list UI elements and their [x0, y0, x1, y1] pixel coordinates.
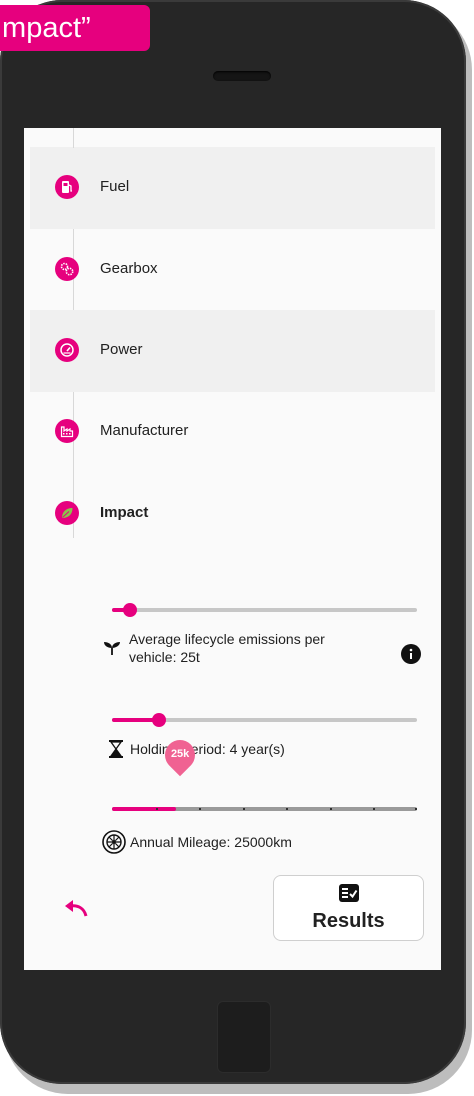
step-power[interactable]: Power — [30, 310, 435, 392]
slider-fill — [112, 807, 177, 811]
slider-tick — [242, 808, 245, 810]
hourglass-icon — [108, 739, 124, 764]
leaf-icon — [55, 501, 79, 525]
results-label: Results — [312, 910, 385, 932]
app-screen: Fuel Gearbox Power Manufacturer Impact A… — [24, 128, 441, 970]
factory-icon — [55, 419, 79, 443]
speedometer-icon — [55, 338, 79, 362]
holding-period-slider[interactable] — [112, 710, 417, 730]
holding-period-label: Holding Period: 4 year(s) — [130, 741, 285, 757]
step-manufacturer[interactable]: Manufacturer — [30, 391, 435, 473]
undo-icon[interactable] — [62, 896, 90, 920]
step-label: Manufacturer — [100, 422, 189, 439]
step-label: Fuel — [100, 178, 130, 195]
slider-thumb[interactable] — [123, 603, 138, 617]
slider-tick — [199, 808, 202, 810]
emissions-slider[interactable] — [112, 600, 417, 620]
emissions-label-line1: Average lifecycle emissions per — [129, 631, 325, 647]
slider-track — [112, 608, 417, 612]
tire-icon — [102, 830, 126, 859]
step-fuel[interactable]: Fuel — [30, 147, 435, 229]
annual-mileage-slider[interactable] — [112, 799, 417, 819]
slider-tick — [155, 808, 158, 810]
step-impact[interactable]: Impact — [30, 473, 435, 555]
sprout-icon — [103, 640, 121, 661]
mileage-pin-label: 25k — [170, 748, 190, 760]
slider-thumb[interactable] — [152, 713, 167, 727]
emissions-label-line2: vehicle: 25t — [129, 649, 200, 665]
slider-tick — [286, 808, 289, 810]
annual-mileage-label: Annual Mileage: 25000km — [130, 834, 292, 850]
page-title: Impact” — [0, 5, 150, 51]
slider-tick — [373, 808, 376, 810]
slider-tick — [329, 808, 332, 810]
home-button[interactable] — [217, 1001, 271, 1073]
step-label: Impact — [100, 504, 149, 521]
step-label: Gearbox — [100, 260, 158, 277]
results-button[interactable]: Results — [273, 875, 424, 941]
step-label: Power — [100, 341, 143, 358]
speaker-grille — [213, 71, 271, 81]
gears-icon — [55, 257, 79, 281]
info-icon[interactable] — [401, 644, 421, 669]
step-gearbox[interactable]: Gearbox — [30, 229, 435, 311]
fuel-icon — [55, 175, 79, 199]
checklist-icon — [338, 883, 360, 908]
slider-tick — [415, 808, 417, 810]
phone-frame: Fuel Gearbox Power Manufacturer Impact A… — [0, 0, 466, 1084]
